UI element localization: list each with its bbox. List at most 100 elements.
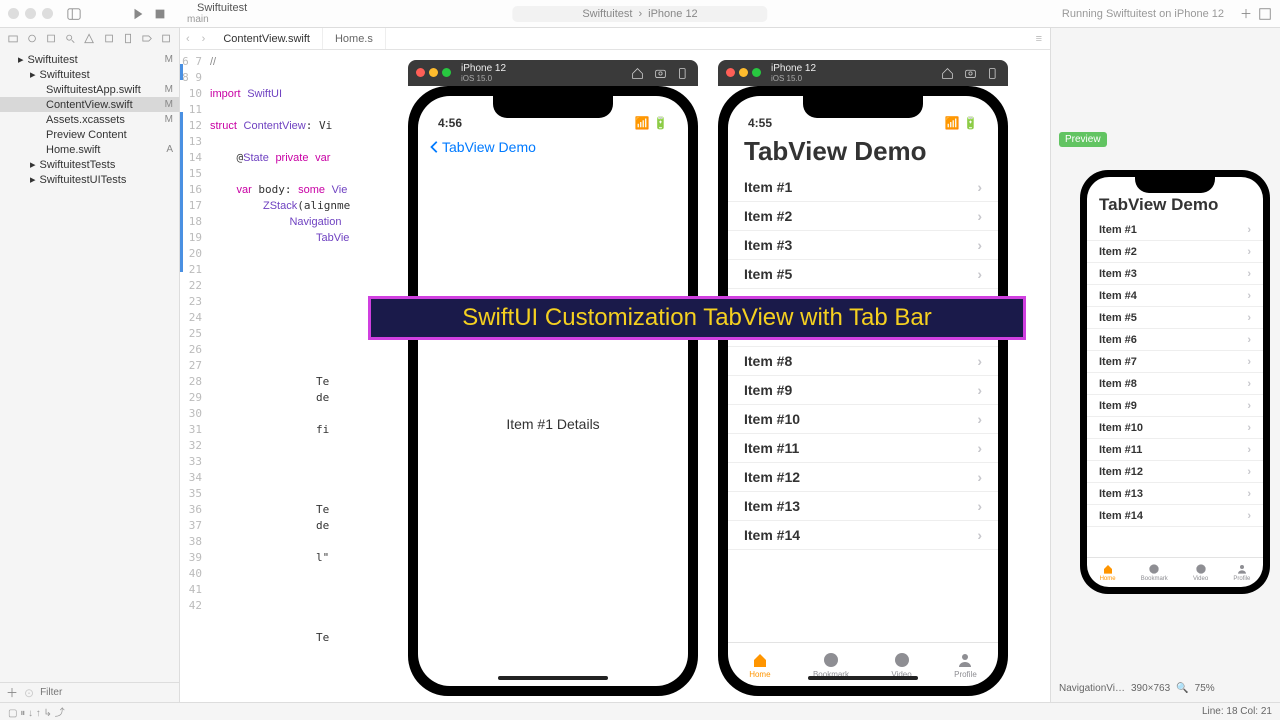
list-item[interactable]: Item #10›	[728, 405, 998, 434]
status-bar: ▢ ⏸ ↓ ↑ ↳ ⤴ Line: 18 Col: 21	[0, 702, 1280, 720]
scm-nav-icon[interactable]	[27, 33, 37, 44]
list-item[interactable]: Item #8›	[1087, 373, 1263, 395]
tab-bookmark[interactable]: Bookmark	[1141, 563, 1168, 582]
scheme-name[interactable]: Swiftuitest	[197, 2, 247, 14]
tree-row[interactable]: ▸ SwiftuitestUITests	[0, 172, 179, 187]
list-item[interactable]: Item #10›	[1087, 417, 1263, 439]
list-item[interactable]: Item #14›	[1087, 505, 1263, 527]
tab-home[interactable]: Home.s	[323, 28, 386, 49]
tree-row[interactable]: Home.swiftA	[0, 142, 179, 157]
screenshot-icon[interactable]	[654, 67, 667, 80]
tree-row[interactable]: Assets.xcassetsM	[0, 112, 179, 127]
list-item[interactable]: Item #2›	[1087, 241, 1263, 263]
tree-row[interactable]: SwiftuitestApp.swiftM	[0, 82, 179, 97]
tab-profile[interactable]: Profile	[1233, 563, 1250, 582]
home-icon[interactable]	[631, 67, 644, 80]
sidebar-toggle-icon[interactable]	[67, 7, 81, 21]
list-item[interactable]: Item #9›	[1087, 395, 1263, 417]
line-gutter: 6 7 8 9 10 11 12 13 14 15 16 17 18 19 20…	[180, 50, 208, 702]
nav-back-icon[interactable]: ‹	[180, 33, 196, 45]
list-item[interactable]: Item #11›	[1087, 439, 1263, 461]
add-tab-button[interactable]: ＋	[1240, 5, 1252, 22]
chevron-left-icon	[428, 140, 442, 154]
list-item[interactable]: Item #1›	[728, 173, 998, 202]
simulator-detail: iPhone 12iOS 15.0 4:56📶 🔋 TabView Demo I…	[408, 60, 698, 696]
library-icon[interactable]	[1258, 7, 1272, 21]
editor-options-icon[interactable]: ≡	[1028, 33, 1050, 45]
tab-bar[interactable]: Home Bookmark Video Profile	[1087, 557, 1263, 587]
list-item[interactable]: Item #4›	[1087, 285, 1263, 307]
nav-fwd-icon[interactable]: ›	[196, 33, 212, 45]
tree-row[interactable]: ContentView.swiftM	[0, 97, 179, 112]
list-item[interactable]: Item #13›	[728, 492, 998, 521]
item-list[interactable]: Item #1›Item #2›Item #3›Item #5›Item #6›…	[728, 173, 998, 642]
list-item[interactable]: Item #12›	[1087, 461, 1263, 483]
debug-nav-icon[interactable]	[123, 33, 133, 44]
navigator-sidebar: ▸ SwiftuitestM▸ SwiftuitestSwiftuitestAp…	[0, 28, 180, 702]
tree-row[interactable]: ▸ Swiftuitest	[0, 67, 179, 82]
list-item[interactable]: Item #1›	[1087, 219, 1263, 241]
tab-profile[interactable]: Profile	[954, 651, 977, 679]
tab-home[interactable]: Home	[749, 651, 770, 679]
file-tree[interactable]: ▸ SwiftuitestM▸ SwiftuitestSwiftuitestAp…	[0, 48, 179, 682]
tab-home[interactable]: Home	[1100, 563, 1116, 582]
tab-video[interactable]: Video	[891, 651, 911, 679]
symbol-nav-icon[interactable]	[46, 33, 56, 44]
list-item[interactable]: Item #12›	[728, 463, 998, 492]
list-item[interactable]: Item #5›	[728, 260, 998, 289]
test-nav-icon[interactable]	[104, 33, 114, 44]
find-nav-icon[interactable]	[65, 33, 75, 44]
change-bar	[180, 64, 183, 80]
sim-titlebar: iPhone 12iOS 15.0	[718, 60, 1008, 86]
tree-row[interactable]: ▸ SwiftuitestTests	[0, 157, 179, 172]
list-item[interactable]: Item #8›	[728, 347, 998, 376]
preview-badge: Preview	[1059, 132, 1107, 147]
status-icons: 📶 🔋	[635, 116, 668, 130]
tree-row[interactable]: Preview Content	[0, 127, 179, 142]
list-item[interactable]: Item #11›	[728, 434, 998, 463]
list-item[interactable]: Item #13›	[1087, 483, 1263, 505]
issue-nav-icon[interactable]	[84, 33, 94, 44]
tab-bookmark[interactable]: Bookmark	[813, 651, 849, 679]
branch-name: main	[187, 14, 247, 25]
screenshot-icon[interactable]	[964, 67, 977, 80]
list-item[interactable]: Item #5›	[1087, 307, 1263, 329]
simulator-list: iPhone 12iOS 15.0 4:55📶 🔋 TabView Demo I…	[718, 60, 1008, 696]
report-nav-icon[interactable]	[161, 33, 171, 44]
status-pill: Swiftuitest › iPhone 12	[512, 6, 767, 22]
tab-video[interactable]: Video	[1193, 563, 1208, 582]
build-status: Running Swiftuitest on iPhone 12	[1062, 8, 1224, 20]
list-item[interactable]: Item #7›	[1087, 351, 1263, 373]
nav-back-button[interactable]: TabView Demo	[418, 132, 688, 162]
window-controls[interactable]	[8, 8, 53, 19]
filter-input[interactable]	[40, 687, 173, 698]
break-nav-icon[interactable]	[142, 33, 152, 44]
stop-button[interactable]	[153, 7, 167, 21]
add-button[interactable]: ＋	[6, 684, 18, 701]
tab-contentview[interactable]: ContentView.swift	[211, 28, 323, 49]
navigator-tabs[interactable]	[0, 28, 179, 48]
run-button[interactable]	[131, 7, 145, 21]
debug-controls[interactable]: ▢ ⏸ ↓ ↑ ↳ ⤴	[8, 704, 65, 719]
home-indicator[interactable]	[498, 676, 608, 680]
clock: 4:55	[748, 116, 772, 130]
list-item[interactable]: Item #14›	[728, 521, 998, 550]
list-item[interactable]: Item #3›	[728, 231, 998, 260]
home-indicator[interactable]	[808, 676, 918, 680]
status-icons: 📶 🔋	[945, 116, 978, 130]
editor-tabbar: ‹ › ContentView.swift Home.s ≡	[180, 28, 1050, 50]
detail-label: Item #1 Details	[418, 162, 688, 686]
home-icon[interactable]	[941, 67, 954, 80]
item-list[interactable]: Item #1›Item #2›Item #3›Item #4›Item #5›…	[1087, 219, 1263, 557]
folder-nav-icon[interactable]	[8, 33, 18, 44]
list-item[interactable]: Item #6›	[1087, 329, 1263, 351]
rotate-icon[interactable]	[987, 67, 1000, 80]
rotate-icon[interactable]	[677, 67, 690, 80]
preview-zoom[interactable]: 75%	[1195, 683, 1215, 694]
tree-row[interactable]: ▸ SwiftuitestM	[0, 52, 179, 67]
list-item[interactable]: Item #2›	[728, 202, 998, 231]
list-item[interactable]: Item #3›	[1087, 263, 1263, 285]
zoom-icon[interactable]: 🔍	[1176, 683, 1188, 694]
clock: 4:56	[438, 116, 462, 130]
list-item[interactable]: Item #9›	[728, 376, 998, 405]
